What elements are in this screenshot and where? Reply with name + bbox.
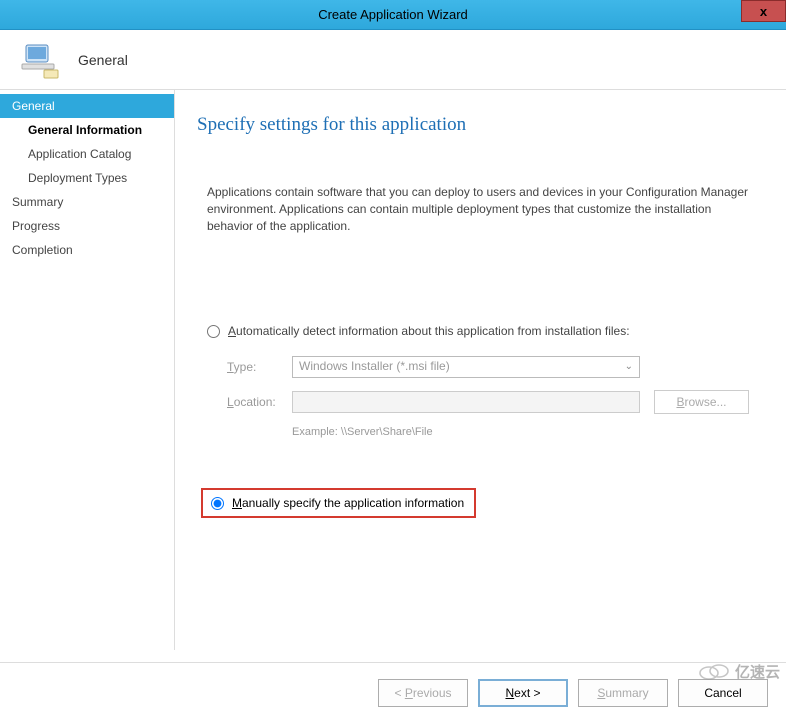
sidebar-item-summary[interactable]: Summary (0, 190, 174, 214)
sidebar-item-completion[interactable]: Completion (0, 238, 174, 262)
browse-button[interactable]: Browse... (654, 390, 749, 414)
sidebar-item-progress[interactable]: Progress (0, 214, 174, 238)
wizard-header: General (0, 30, 786, 90)
wizard-body: General General Information Application … (0, 90, 786, 650)
location-row: Location: Browse... (197, 390, 766, 414)
wizard-sidebar: General General Information Application … (0, 90, 175, 650)
page-title: Specify settings for this application (197, 114, 766, 136)
close-button[interactable]: x (741, 0, 786, 22)
radio-auto-detect-label: Automatically detect information about t… (228, 324, 630, 338)
sidebar-label: General Information (28, 123, 142, 137)
computer-icon (20, 40, 60, 80)
wizard-main: Specify settings for this application Ap… (175, 90, 786, 650)
sidebar-label: Progress (12, 219, 60, 233)
type-row: Type: Windows Installer (*.msi file) ⌄ (197, 356, 766, 378)
radio-auto-detect[interactable] (207, 325, 220, 338)
location-label: Location: (227, 395, 292, 409)
location-input[interactable] (292, 391, 640, 413)
window-title: Create Application Wizard (318, 7, 468, 22)
type-label: Type: (227, 360, 292, 374)
radio-manual-label: Manually specify the application informa… (232, 496, 464, 510)
sidebar-label: Application Catalog (28, 147, 131, 161)
location-example: Example: \\Server\Share\File (197, 426, 766, 438)
radio-manual-highlight: Manually specify the application informa… (201, 488, 476, 518)
wizard-footer: < Previous Next > Summary Cancel (0, 662, 786, 722)
sidebar-item-general-information[interactable]: General Information (0, 118, 174, 142)
sidebar-item-general[interactable]: General (0, 94, 174, 118)
page-description: Applications contain software that you c… (197, 184, 766, 234)
type-value: Windows Installer (*.msi file) (299, 359, 450, 373)
sidebar-label: Completion (12, 243, 73, 257)
radio-auto-detect-row[interactable]: Automatically detect information about t… (197, 324, 766, 338)
sidebar-label: Summary (12, 195, 63, 209)
sidebar-item-application-catalog[interactable]: Application Catalog (0, 142, 174, 166)
close-icon: x (760, 4, 767, 19)
cancel-button[interactable]: Cancel (678, 679, 768, 707)
summary-button[interactable]: Summary (578, 679, 668, 707)
header-title: General (78, 52, 128, 68)
next-button[interactable]: Next > (478, 679, 568, 707)
chevron-down-icon: ⌄ (625, 361, 633, 372)
sidebar-label: Deployment Types (28, 171, 127, 185)
radio-manual[interactable] (211, 497, 224, 510)
type-select[interactable]: Windows Installer (*.msi file) ⌄ (292, 356, 640, 378)
sidebar-label: General (12, 99, 55, 113)
titlebar: Create Application Wizard x (0, 0, 786, 30)
previous-button[interactable]: < Previous (378, 679, 468, 707)
sidebar-item-deployment-types[interactable]: Deployment Types (0, 166, 174, 190)
